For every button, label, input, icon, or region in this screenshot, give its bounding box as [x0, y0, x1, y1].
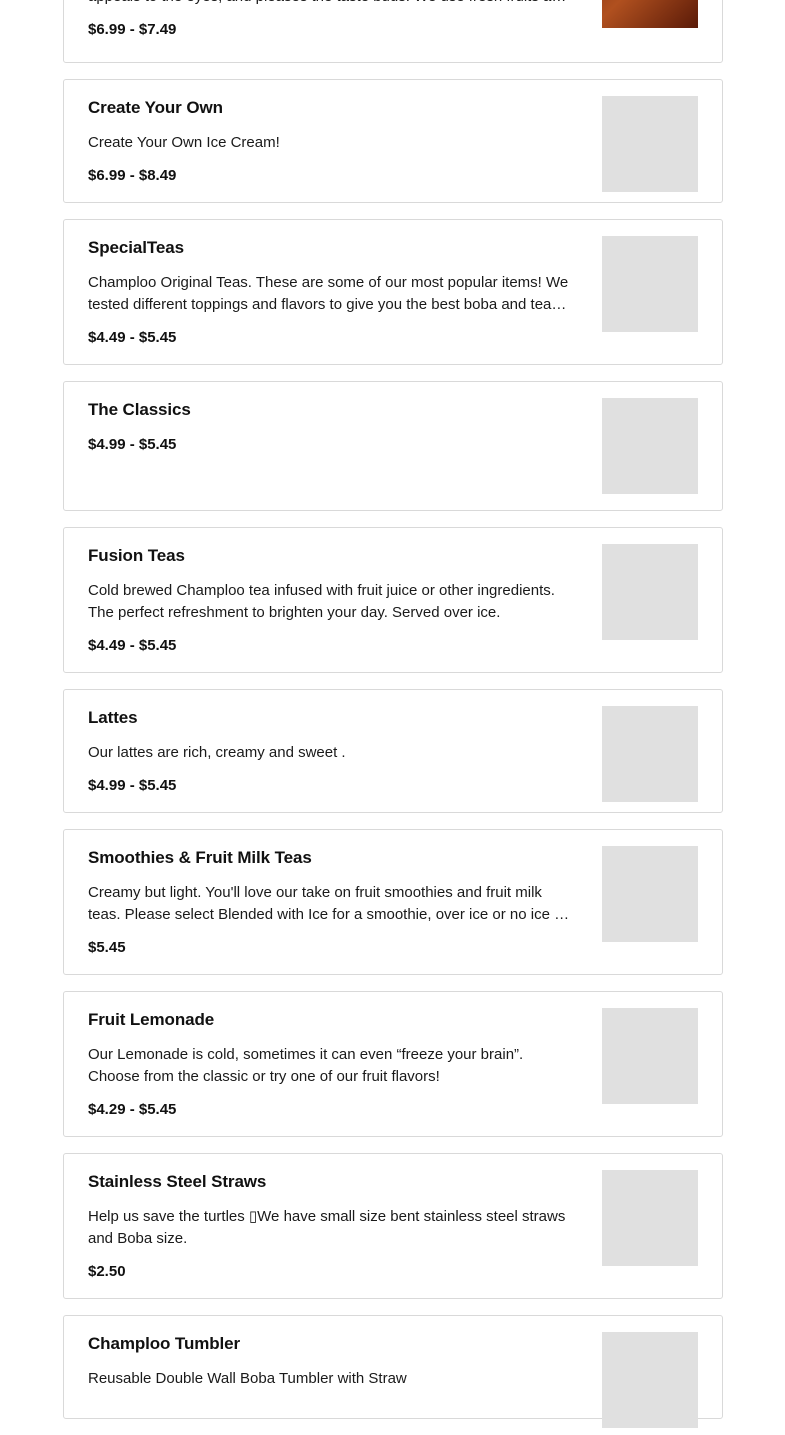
menu-card-ice-cream[interactable]: appeals to the eyes, and pleases the tas…	[63, 0, 723, 63]
image-placeholder	[602, 846, 698, 942]
card-title: Champloo Tumbler	[88, 1334, 241, 1353]
card-description: Our Lemonade is cold, sometimes it can e…	[88, 1046, 524, 1085]
card-price: $6.99 - $7.49	[88, 21, 177, 38]
card-title: Stainless Steel Straws	[88, 1172, 267, 1191]
menu-category-list: appeals to the eyes, and pleases the tas…	[63, 0, 723, 1435]
card-price: $6.99 - $8.49	[88, 167, 177, 184]
card-price: $4.29 - $5.45	[88, 1101, 177, 1118]
card-title: Lattes	[88, 708, 138, 727]
category-photo	[602, 0, 698, 28]
image-placeholder	[602, 544, 698, 640]
menu-card-fusion-teas[interactable]: Fusion Teas Cold brewed Champloo tea inf…	[63, 527, 723, 673]
menu-card-specialteas[interactable]: SpecialTeas Champloo Original Teas. Thes…	[63, 219, 723, 365]
menu-card-fruit-lemonade[interactable]: Fruit Lemonade Our Lemonade is cold, som…	[63, 991, 723, 1137]
card-description: Our lattes are rich, creamy and sweet .	[88, 744, 346, 761]
card-description: Champloo Original Teas. These are some o…	[88, 274, 569, 313]
card-description: Cold brewed Champloo tea infused with fr…	[88, 582, 555, 621]
image-placeholder	[602, 398, 698, 494]
image-placeholder	[602, 96, 698, 192]
card-description: Reusable Double Wall Boba Tumbler with S…	[88, 1370, 407, 1387]
menu-card-create-your-own[interactable]: Create Your Own Create Your Own Ice Crea…	[63, 79, 723, 203]
card-title: Smoothies & Fruit Milk Teas	[88, 848, 312, 867]
image-placeholder	[602, 1332, 698, 1428]
card-description: appeals to the eyes, and pleases the tas…	[88, 0, 572, 8]
card-title: The Classics	[88, 400, 191, 419]
card-title: Fruit Lemonade	[88, 1010, 215, 1029]
menu-card-lattes[interactable]: Lattes Our lattes are rich, creamy and s…	[63, 689, 723, 813]
card-description: Create Your Own Ice Cream!	[88, 134, 280, 151]
card-price: $4.99 - $5.45	[88, 436, 177, 453]
image-placeholder	[602, 1170, 698, 1266]
card-price: $5.45	[88, 939, 126, 956]
card-price: $2.50	[88, 1263, 126, 1280]
image-placeholder	[602, 1008, 698, 1104]
image-placeholder	[602, 706, 698, 802]
menu-card-smoothies[interactable]: Smoothies & Fruit Milk Teas Creamy but l…	[63, 829, 723, 975]
card-description: Help us save the turtles ▯We have small …	[88, 1208, 566, 1247]
card-description: Creamy but light. You'll love our take o…	[88, 884, 572, 923]
menu-card-the-classics[interactable]: The Classics $4.99 - $5.45	[63, 381, 723, 511]
card-price: $4.49 - $5.45	[88, 637, 177, 654]
card-title: Create Your Own	[88, 98, 223, 117]
image-placeholder	[602, 236, 698, 332]
card-price: $4.49 - $5.45	[88, 329, 177, 346]
menu-card-champloo-tumbler[interactable]: Champloo Tumbler Reusable Double Wall Bo…	[63, 1315, 723, 1428]
card-title: Fusion Teas	[88, 546, 185, 565]
card-title: SpecialTeas	[88, 238, 184, 257]
menu-card-stainless-steel-straws[interactable]: Stainless Steel Straws Help us save the …	[63, 1153, 723, 1299]
card-price: $4.99 - $5.45	[88, 777, 177, 794]
